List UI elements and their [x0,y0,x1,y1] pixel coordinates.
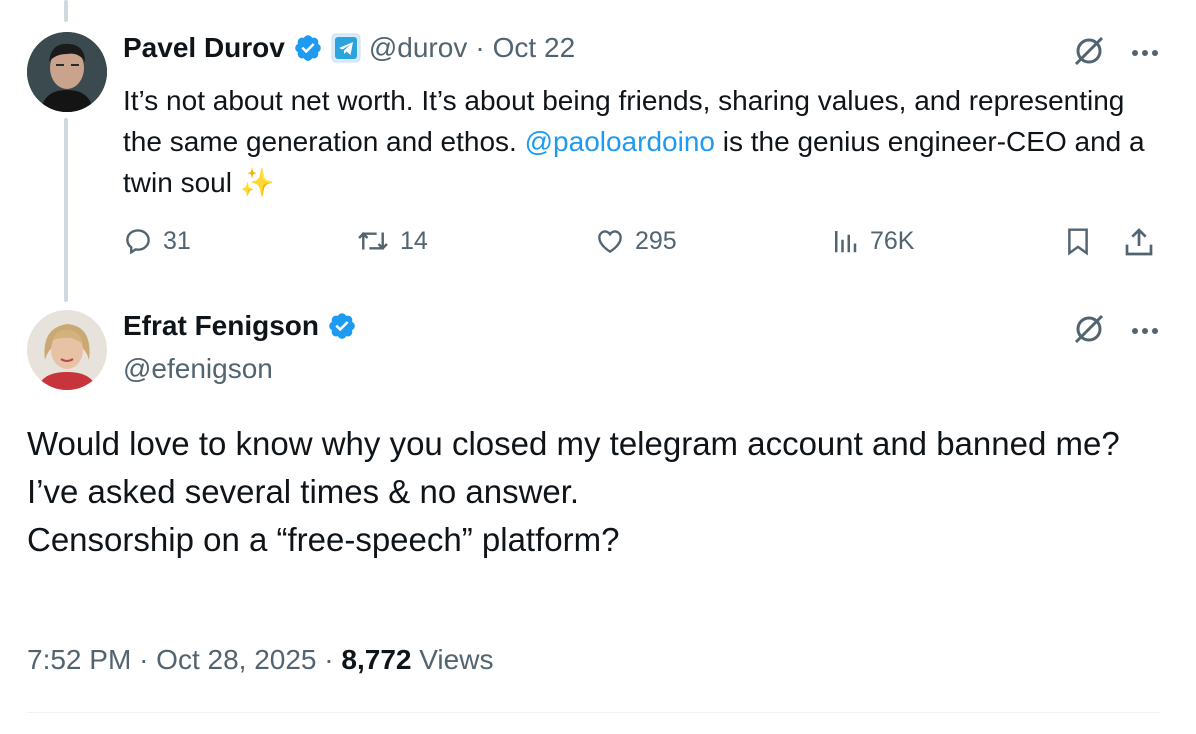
tweet-date[interactable]: Oct 22 [493,32,575,64]
verified-badge-icon[interactable] [327,311,357,341]
author-name[interactable]: Efrat Fenigson [123,310,319,342]
grok-icon[interactable] [1072,312,1106,351]
separator: · [324,644,334,675]
avatar-pavel-durov[interactable] [27,32,107,112]
views-button[interactable]: 76K [830,226,914,256]
more-icon[interactable] [1130,45,1160,63]
share-button[interactable] [1123,226,1155,258]
tweet2-meta: 7:52 PM · Oct 28, 2025 · 8,772 Views [27,644,493,676]
tweet2-line-3: Censorship on a “free-speech” platform? [27,521,620,558]
separator: · [139,644,149,675]
divider [27,712,1160,713]
avatar-image [27,32,107,112]
share-icon [1125,228,1153,256]
repost-button[interactable]: 14 [356,226,428,256]
views-count[interactable]: 8,772 [341,644,411,675]
tweet2-header: Efrat Fenigson [123,310,357,342]
bookmark-icon [1068,228,1088,256]
tweet2-corner-actions [1072,312,1160,351]
views-icon [835,231,857,253]
tweet-date[interactable]: Oct 28, 2025 [156,644,316,675]
reply-icon [126,229,150,255]
like-button[interactable]: 295 [595,226,677,256]
more-icon[interactable] [1130,323,1160,341]
tweet1-action-bar: 31 14 295 76K [123,226,1158,266]
avatar-image [27,310,107,390]
like-count: 295 [635,226,677,255]
sparkles-emoji: ✨ [239,167,275,198]
tweet1-text: It’s not about net worth. It’s about bei… [123,80,1153,203]
mention-link[interactable]: @paoloardoino [525,126,715,157]
grok-icon[interactable] [1072,34,1106,73]
reply-button[interactable]: 31 [123,226,191,256]
thread-line [64,118,68,302]
author-name[interactable]: Pavel Durov [123,32,285,64]
tweet2-line-1: Would love to know why you closed my tel… [27,425,1120,462]
tweet2-text: Would love to know why you closed my tel… [27,420,1147,564]
separator: · [475,32,485,63]
author-handle[interactable]: @efenigson [123,353,273,385]
views-label: Views [419,644,494,675]
tweet2-line-2: I’ve asked several times & no answer. [27,473,580,510]
tweet1-corner-actions [1072,34,1160,73]
repost-icon [358,231,388,251]
thread-line-top [64,0,68,22]
verified-badge-icon[interactable] [293,33,323,63]
views-count: 76K [870,226,915,255]
repost-count: 14 [400,226,428,255]
avatar-efrat-fenigson[interactable] [27,310,107,390]
tweet1-header: Pavel Durov @durov · Oct 22 [123,32,575,64]
author-handle[interactable]: @durov [369,32,467,64]
tweet-time[interactable]: 7:52 PM [27,644,131,675]
bookmark-button[interactable] [1063,226,1093,258]
reply-count: 31 [163,226,191,255]
telegram-icon[interactable] [331,33,361,63]
like-icon [598,230,622,254]
